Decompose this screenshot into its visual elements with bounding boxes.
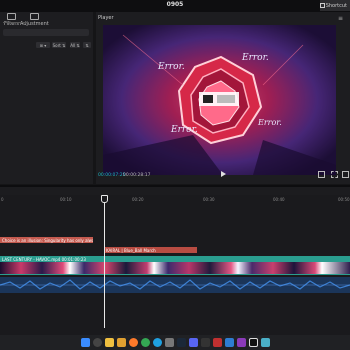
app-icon[interactable] <box>236 338 246 347</box>
order-button[interactable]: ⇅ <box>83 42 91 48</box>
video-thumbnails[interactable] <box>0 262 350 274</box>
timeline-ruler[interactable]: 0 00:10 00:20 00:30 00:40 00:50 <box>0 195 350 205</box>
ruler-tick: 00:40 <box>273 197 285 202</box>
shortcuts-label: Shortcut <box>325 2 347 9</box>
left-panel <box>0 12 93 184</box>
overlay-text: Error. <box>158 62 185 72</box>
video-preview[interactable]: Error. Error. Error. Error. <box>103 25 336 175</box>
ruler-tick: 00:10 <box>60 197 72 202</box>
store-icon[interactable] <box>224 338 234 347</box>
folder-icon[interactable] <box>116 338 126 347</box>
audio-clip[interactable]: KAIRAL | Blue_Ball March <box>104 247 197 253</box>
ruler-tick: 00:50 <box>338 197 350 202</box>
taskbar <box>0 335 350 350</box>
current-timecode: 00:00:07:25 <box>98 173 126 178</box>
search-input[interactable] <box>3 29 89 36</box>
playhead-line[interactable] <box>104 196 105 328</box>
ratio-icon[interactable] <box>331 171 338 178</box>
game-icon[interactable] <box>212 338 222 347</box>
discord-icon[interactable] <box>188 338 198 347</box>
keyboard-icon <box>320 3 325 8</box>
duration-timecode: 00:00:28:17 <box>123 173 151 178</box>
ruler-tick: 00:20 <box>132 197 144 202</box>
firefox-icon[interactable] <box>128 338 138 347</box>
file-explorer-icon[interactable] <box>104 338 114 347</box>
edge-icon[interactable] <box>152 338 162 347</box>
filter-all-button[interactable]: All ⇅ <box>70 42 80 48</box>
photos-icon[interactable] <box>260 338 270 347</box>
play-icon[interactable] <box>221 171 226 177</box>
terminal-icon[interactable] <box>200 338 210 347</box>
tab-filters[interactable]: Filters <box>4 13 19 27</box>
tab-underline <box>3 22 29 23</box>
crop-icon[interactable] <box>318 171 325 178</box>
ruler-tick: 0 <box>1 197 4 202</box>
sort-button[interactable]: Sort ⇅ <box>52 42 66 48</box>
timeline-toolbar <box>0 187 350 195</box>
playhead-handle[interactable] <box>101 195 108 203</box>
view-toggle-button[interactable]: ⊞ ▾ <box>36 42 50 48</box>
video-frame <box>103 25 336 175</box>
waveform <box>0 279 350 290</box>
tab-adjustment[interactable]: Adjustment <box>20 13 49 27</box>
overlay-text: Error. <box>171 125 198 135</box>
window-title: 0905 <box>166 1 184 8</box>
search-icon[interactable] <box>92 338 102 347</box>
windows-icon[interactable] <box>80 338 90 347</box>
overlay-text: Error. <box>242 53 269 63</box>
shortcuts-button[interactable]: Shortcut <box>320 0 350 11</box>
overlay-text: Error. <box>258 118 282 127</box>
player-label: Player <box>98 15 114 21</box>
capcut-icon[interactable] <box>248 338 258 347</box>
steam-icon[interactable] <box>176 338 186 347</box>
menu-icon[interactable]: ≡ <box>338 15 343 22</box>
text-clip[interactable]: Choice is an illusion: Singularity has o… <box>0 237 93 243</box>
chrome-icon[interactable] <box>140 338 150 347</box>
ruler-tick: 00:30 <box>203 197 215 202</box>
audio-waveform-track[interactable] <box>0 277 350 293</box>
video-clip-border <box>0 274 350 275</box>
adjustment-icon <box>29 13 39 20</box>
fullscreen-icon[interactable] <box>342 171 349 178</box>
settings-icon[interactable] <box>164 338 174 347</box>
filters-icon <box>7 13 16 20</box>
